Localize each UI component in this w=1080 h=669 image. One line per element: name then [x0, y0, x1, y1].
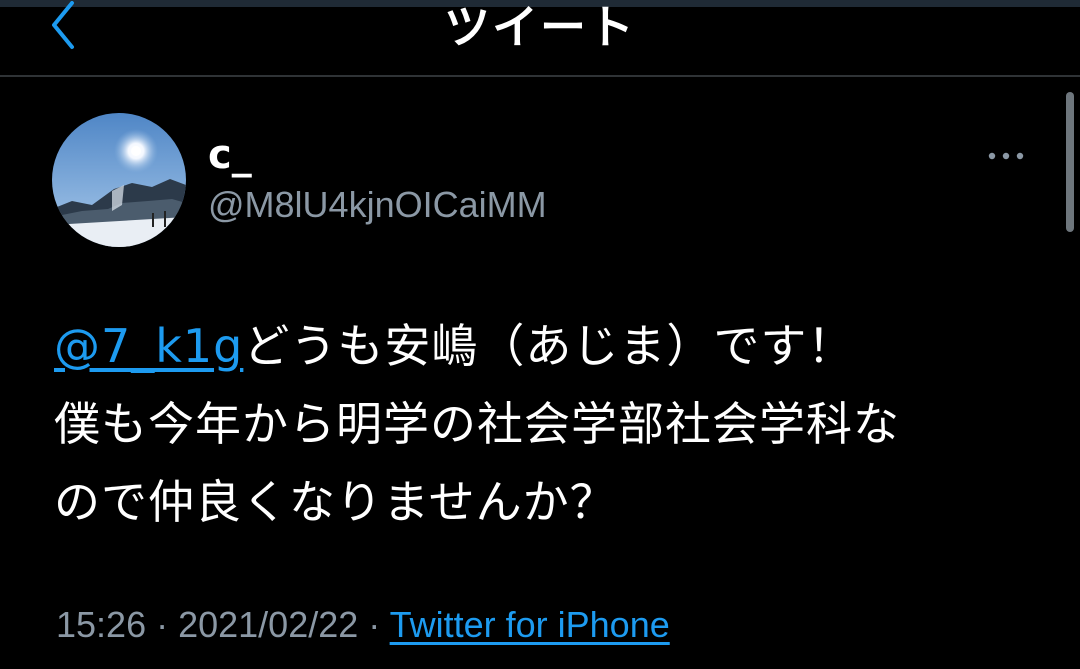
- more-horizontal-icon[interactable]: [986, 145, 1026, 167]
- tweet: c_ @M8lU4kjnOICaiMM @7_k1gどうも安嶋（あじま）です！ …: [0, 79, 1080, 669]
- source-link[interactable]: Twitter for iPhone: [390, 604, 670, 645]
- meta-separator: ·: [146, 604, 179, 645]
- tweet-text: @7_k1gどうも安嶋（あじま）です！ 僕も今年から明学の社会学部社会学科な の…: [54, 307, 1054, 541]
- username[interactable]: @M8lU4kjnOICaiMM: [208, 187, 547, 223]
- tweet-meta: 15:26 · 2021/02/22 · Twitter for iPhone: [56, 607, 670, 643]
- display-name[interactable]: c_: [208, 135, 252, 175]
- avatar[interactable]: [52, 113, 186, 247]
- tweet-text-line: @7_k1gどうも安嶋（あじま）です！: [54, 307, 1054, 385]
- meta-separator: ·: [358, 604, 390, 645]
- tweet-text-line1: どうも安嶋（あじま）です！: [243, 319, 855, 373]
- tweet-detail-screen: ツイート c_ @M8lU4kjnOICaiMM @7_k1gどうも安嶋（あじま…: [0, 0, 1080, 669]
- tweet-date: 2021/02/22: [178, 604, 359, 645]
- page-title: ツイート: [444, 0, 636, 54]
- mention-link[interactable]: @7_k1g: [54, 319, 243, 373]
- tweet-time: 15:26: [56, 604, 147, 645]
- tweet-text-line2: 僕も今年から明学の社会学部社会学科な: [54, 397, 900, 451]
- tweet-text-line3: ので仲良くなりませんか？: [54, 475, 617, 529]
- header-bar: ツイート: [0, 0, 1080, 77]
